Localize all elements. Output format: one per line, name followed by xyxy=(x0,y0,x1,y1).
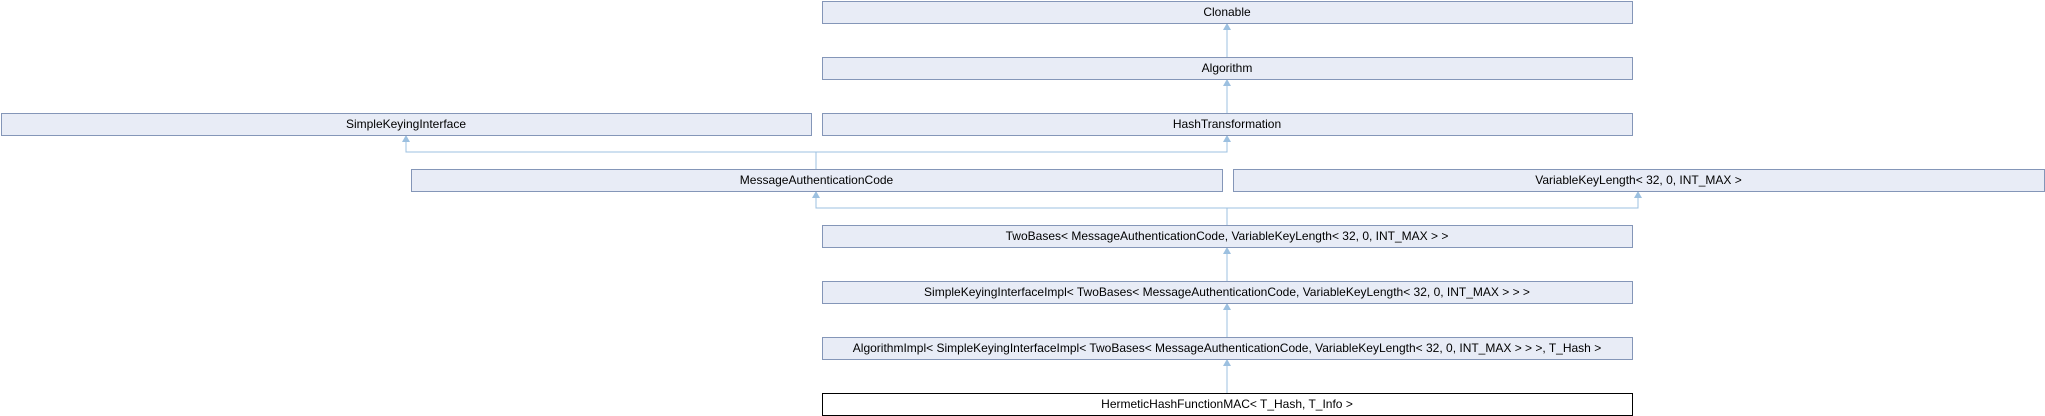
class-node-hash-transformation[interactable]: HashTransformation xyxy=(822,113,1633,136)
class-label-hermetic-hash-function-mac: HermeticHashFunctionMAC< T_Hash, T_Info … xyxy=(1101,397,1353,411)
inheritance-diagram: Clonable Algorithm SimpleKeyingInterface Ha… xyxy=(1,1,2045,416)
class-label-two-bases: TwoBases< MessageAuthenticationCode, Var… xyxy=(1006,229,1449,243)
class-label-hash-transformation: HashTransformation xyxy=(1173,117,1281,131)
class-node-algorithm-impl[interactable]: AlgorithmImpl< SimpleKeyingInterfaceImpl… xyxy=(822,337,1633,360)
arrowhead-variable-key-length xyxy=(1634,191,1642,198)
class-label-variable-key-length: VariableKeyLength< 32, 0, INT_MAX > xyxy=(1535,173,1742,187)
class-node-clonable[interactable]: Clonable xyxy=(822,1,1633,24)
class-node-variable-key-length[interactable]: VariableKeyLength< 32, 0, INT_MAX > xyxy=(1233,169,2045,192)
inheritance-edge-message-authentication-code-to-hash-transformation xyxy=(815,135,1228,169)
arrowhead-message-authentication-code xyxy=(812,191,820,198)
class-node-message-authentication-code[interactable]: MessageAuthenticationCode xyxy=(411,169,1223,192)
class-node-simple-keying-interface-impl[interactable]: SimpleKeyingInterfaceImpl< TwoBases< Mes… xyxy=(822,281,1633,304)
class-label-algorithm-impl: AlgorithmImpl< SimpleKeyingInterfaceImpl… xyxy=(853,341,1601,355)
class-label-clonable: Clonable xyxy=(1203,5,1251,19)
inheritance-edge-message-authentication-code-to-simple-keying-interface xyxy=(405,135,817,169)
arrowhead-two-bases xyxy=(1223,247,1231,254)
arrowhead-clonable xyxy=(1223,23,1231,30)
class-label-simple-keying-interface-impl: SimpleKeyingInterfaceImpl< TwoBases< Mes… xyxy=(924,285,1530,299)
class-node-hermetic-hash-function-mac[interactable]: HermeticHashFunctionMAC< T_Hash, T_Info … xyxy=(822,393,1633,416)
arrowhead-hash-transformation xyxy=(1223,135,1231,142)
arrowhead-simple-keying-interface xyxy=(402,135,410,142)
class-node-simple-keying-interface[interactable]: SimpleKeyingInterface xyxy=(1,113,812,136)
inheritance-edge-two-bases-to-message-authentication-code xyxy=(815,191,1228,225)
class-label-algorithm: Algorithm xyxy=(1202,61,1253,75)
arrowhead-algorithm-impl xyxy=(1223,359,1231,366)
arrowhead-simple-keying-interface-impl xyxy=(1223,303,1231,310)
inheritance-edge-two-bases-to-variable-key-length xyxy=(1226,191,1639,225)
arrowhead-algorithm xyxy=(1223,79,1231,86)
class-label-simple-keying-interface: SimpleKeyingInterface xyxy=(346,117,466,131)
class-label-message-authentication-code: MessageAuthenticationCode xyxy=(740,173,894,187)
class-node-two-bases[interactable]: TwoBases< MessageAuthenticationCode, Var… xyxy=(822,225,1633,248)
class-node-algorithm[interactable]: Algorithm xyxy=(822,57,1633,80)
